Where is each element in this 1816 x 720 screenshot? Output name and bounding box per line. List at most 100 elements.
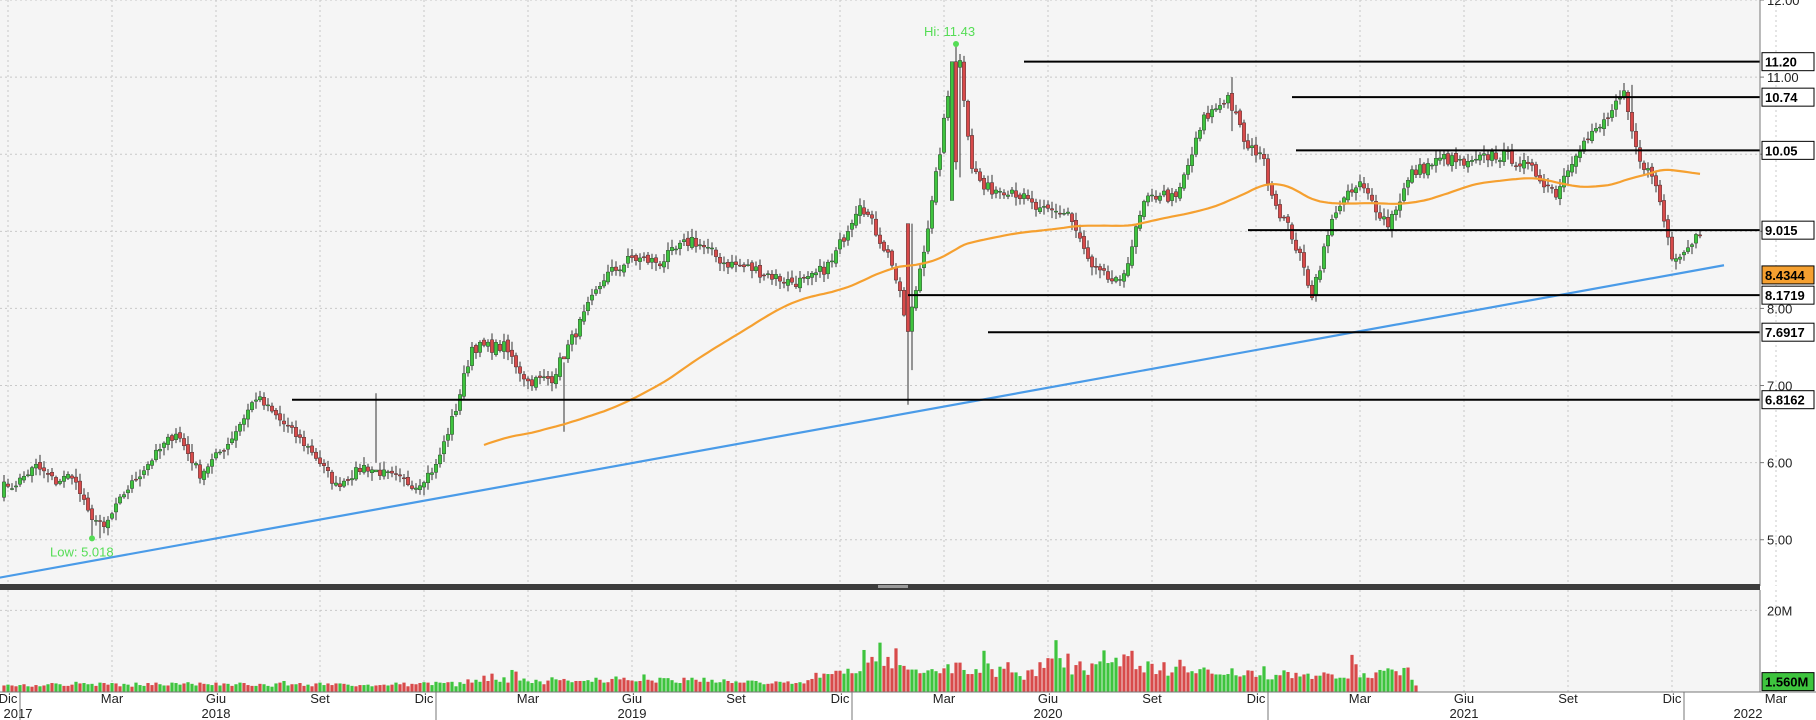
candle-body [1062,212,1066,215]
volume-bar [622,677,626,692]
volume-bar [782,682,786,692]
volume-bar [1046,658,1050,692]
volume-bar [410,683,414,692]
candle-body [330,471,334,484]
volume-bar [1086,674,1090,692]
volume-bar [170,682,174,692]
volume-bar [1414,685,1418,692]
candle-body [1014,190,1018,198]
candle-body [1674,258,1678,262]
candle-body [986,182,990,190]
panel-separator[interactable] [0,584,1760,590]
volume-bar [1134,669,1138,692]
candle-body [550,376,554,384]
volume-bar [766,683,770,692]
volume-bar [274,683,278,692]
candle-body [1390,214,1394,230]
volume-bar [1186,672,1190,692]
candle-body [1618,97,1622,100]
volume-bar [1354,664,1358,692]
current-volume-label: 1.560M [1765,675,1808,690]
volume-bar [1330,674,1334,692]
volume-bar [550,677,554,692]
volume-bar [758,682,762,692]
candle-body [522,374,526,380]
volume-bar [58,684,62,692]
candle-body [90,508,94,520]
volume-bar [482,675,486,692]
candle-body [914,290,918,309]
candle-body [1278,204,1282,219]
candle-body [1578,151,1582,158]
candle-body [346,479,350,481]
volume-bar [502,677,506,692]
volume-bar [970,674,974,692]
price-tick-label: 6.00 [1767,456,1792,471]
candle-body [670,247,674,251]
volume-bar [654,682,658,692]
volume-bar [1290,678,1294,692]
volume-bar [878,642,882,692]
volume-bar [706,681,710,692]
volume-bar [582,680,586,692]
volume-bar [998,666,1002,692]
volume-bar [282,680,286,692]
candle-body [1262,154,1266,159]
candle-body [1590,130,1594,141]
volume-bar [918,673,922,692]
volume-bar [126,684,130,692]
candle-body [1230,93,1234,111]
volume-bar [546,680,550,692]
volume-bar [554,679,558,692]
time-axis-band [0,692,1816,720]
candle-body [450,416,454,435]
candle-body [746,264,750,266]
candle-body [78,480,82,494]
candle-body [378,469,382,476]
volume-bar [1258,675,1262,692]
candle-body [1430,164,1434,167]
volume-bar [926,670,930,692]
candle-body [1382,216,1386,220]
volume-bar [506,682,510,692]
candle-body [74,476,78,483]
volume-bar [34,685,38,692]
volume-bar [66,685,70,692]
candle-body [1274,193,1278,206]
candle-body [1202,114,1206,131]
panel-resize-handle[interactable] [878,585,908,588]
candle-body [302,436,306,446]
candle-body [1614,100,1618,110]
candle-body [862,207,866,215]
candle-body [1034,201,1038,210]
volume-bar [1306,673,1310,692]
candle-body [778,276,782,282]
volume-bar [166,685,170,692]
candle-body [858,205,862,216]
volume-bar [1106,663,1110,692]
candle-body [106,519,110,529]
candle-body [878,234,882,244]
volume-bar [702,677,706,692]
month-tick-label: Giu [206,691,226,706]
candle-body [310,445,314,453]
candle-body [1002,192,1006,196]
volume-bar [158,684,162,692]
volume-bar [1174,666,1178,692]
volume-bar [1382,670,1386,692]
candle-body [1174,191,1178,197]
high-annotation: Hi: 11.43 [924,24,975,39]
volume-bar [1246,670,1250,692]
candle-body [678,242,682,249]
volume-bar [1286,672,1290,692]
month-tick-label: Mar [1765,691,1788,706]
candle-body [1690,244,1694,247]
candle-body [510,349,514,357]
candle-body [1634,131,1638,147]
candle-body [66,474,70,479]
candle-body [434,464,438,473]
volume-bar [474,679,478,692]
candle-body [1114,277,1118,282]
volume-bar [990,669,994,692]
volume-bar [974,669,978,692]
